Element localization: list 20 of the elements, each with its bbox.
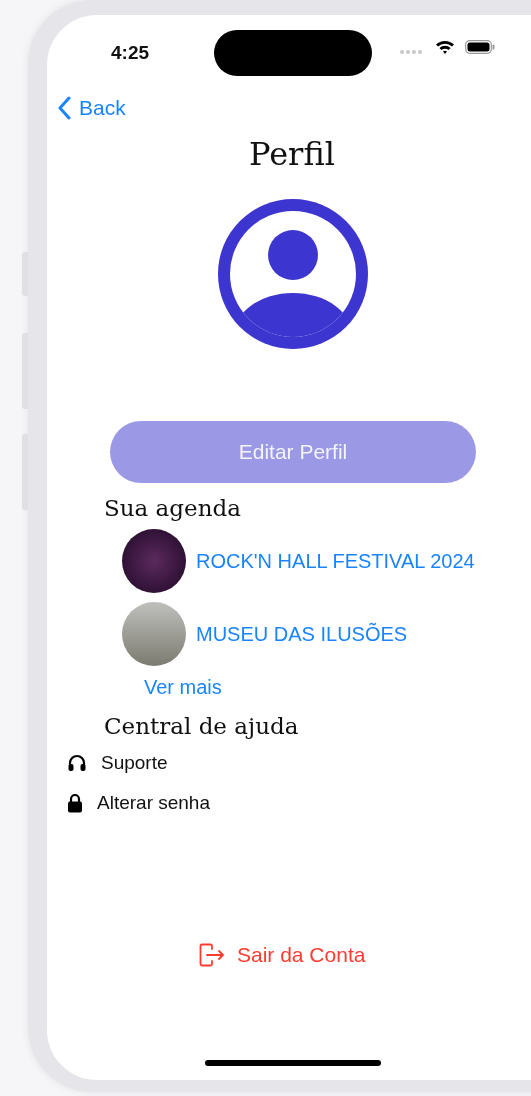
page-title: Perfil [248, 135, 336, 173]
chevron-left-icon [57, 96, 71, 120]
see-more-link[interactable]: Ver mais [144, 676, 222, 699]
logout-button[interactable]: Sair da Conta [199, 943, 366, 967]
avatar-icon [218, 199, 368, 349]
event-link[interactable]: MUSEU DAS ILUSÕES [196, 622, 408, 646]
wifi-icon [435, 39, 455, 55]
logout-icon [199, 943, 225, 967]
section-heading: Central de ajuda [104, 713, 300, 739]
headphones-icon [67, 753, 87, 773]
back-button[interactable]: Back [57, 91, 126, 125]
help-option[interactable]: Suporte [101, 752, 168, 774]
status-time: 4:25 [111, 42, 151, 64]
edit-profile-button[interactable]: Editar Perfil [110, 421, 476, 483]
help-option[interactable]: Alterar senha [97, 792, 210, 814]
signal-dots-icon [400, 50, 422, 54]
event-link[interactable]: ROCK'N HALL FESTIVAL 2024 [196, 549, 475, 573]
lock-icon [67, 793, 83, 813]
battery-icon [465, 40, 495, 54]
section-heading: Sua agenda [104, 495, 242, 521]
